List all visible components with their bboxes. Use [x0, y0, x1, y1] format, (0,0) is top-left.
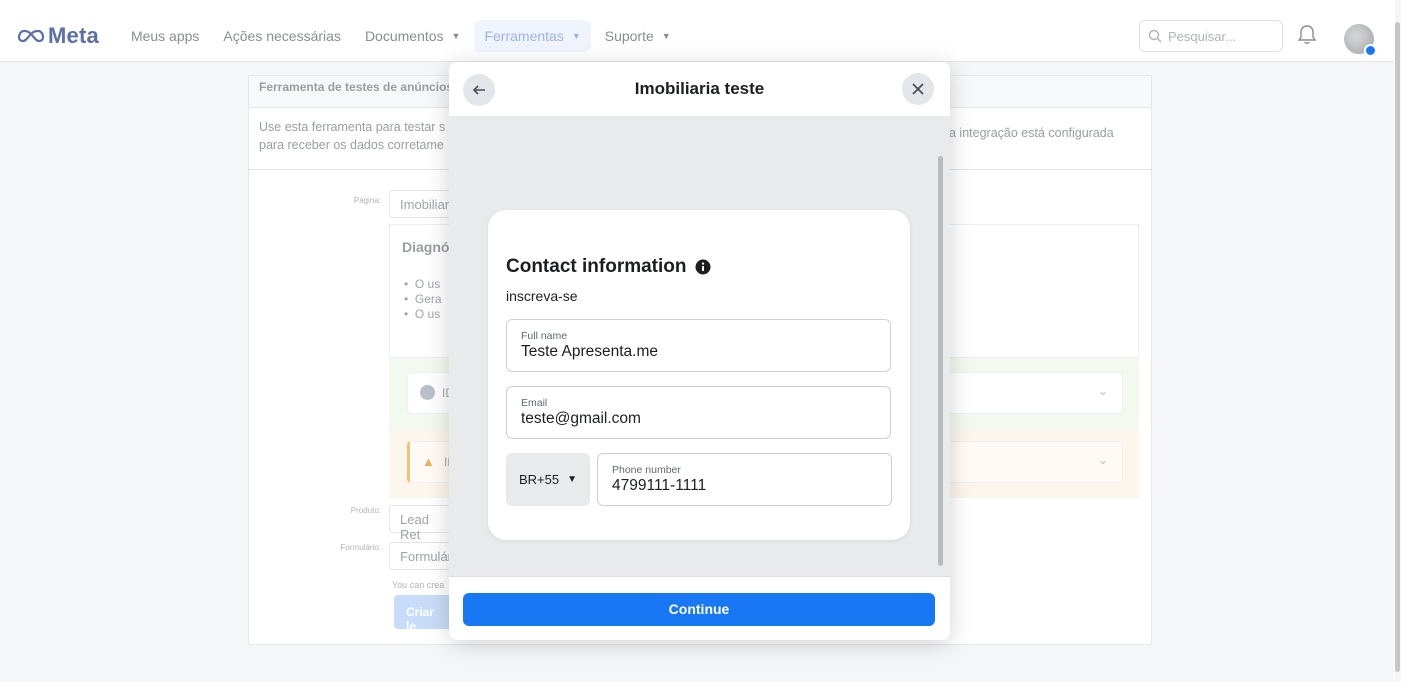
country-code-select[interactable]: BR+55 ▼ [506, 453, 590, 506]
search-input[interactable]: Pesquisar... [1139, 20, 1283, 52]
scrollbar-thumb[interactable] [1395, 22, 1400, 672]
modal-title: Imobiliaria teste [634, 79, 765, 98]
search-placeholder: Pesquisar... [1168, 28, 1236, 44]
info-icon[interactable] [695, 259, 711, 275]
nav-acoes-necessarias[interactable]: Ações necessárias [223, 28, 341, 44]
list-item-text: O us [414, 307, 441, 321]
chevron-down-icon: ⌄ [1097, 384, 1108, 398]
nav-label: Suporte [604, 27, 654, 44]
create-lead-button[interactable]: Criar le [394, 595, 454, 633]
modal-footer: Continue [449, 576, 950, 640]
meta-logo[interactable]: Meta [18, 23, 99, 49]
nav-documentos[interactable]: Documentos ▼ [365, 28, 461, 44]
avatar[interactable] [1344, 24, 1377, 57]
nav-meus-apps[interactable]: Meus apps [131, 28, 199, 44]
nav-label: Ferramentas [484, 27, 564, 44]
modal-body: Contact information inscreva-se Full nam… [449, 116, 950, 576]
chevron-down-icon: ⌄ [1097, 453, 1108, 467]
lead-form-preview-modal: Imobiliaria teste Contact information in… [449, 62, 950, 640]
diagnostics-list: • O us • Gera • O us [404, 277, 442, 322]
caret-down-icon: ▼ [571, 30, 581, 41]
description-right: a integração está configurada [949, 126, 1114, 140]
help-note: You can crea [392, 580, 445, 590]
modal-scrollbar[interactable] [938, 156, 943, 566]
list-item-text: O us [414, 277, 441, 291]
facebook-badge-icon [1364, 44, 1377, 57]
list-item-text: Gera [414, 292, 442, 306]
country-code-text: BR+55 [518, 472, 560, 487]
search-icon [1148, 29, 1162, 43]
field-label: Full name [521, 330, 568, 342]
main-nav: Meus apps Ações necessárias Documentos ▼ … [131, 19, 695, 52]
label-pagina: Página: [353, 196, 381, 205]
nav-suporte[interactable]: Suporte ▼ [605, 28, 671, 44]
close-icon [912, 83, 924, 95]
section-title-text: Contact information [506, 256, 687, 277]
top-navigation: Meta Meus apps Ações necessárias Documen… [0, 10, 1394, 62]
field-value: Teste Apresenta.me [521, 343, 658, 360]
form-subtitle: inscreva-se [506, 288, 578, 304]
list-item: • O us [404, 277, 441, 291]
field-label: Phone number [612, 464, 681, 476]
caret-down-icon: ▼ [661, 30, 671, 41]
full-name-field[interactable]: Full name Teste Apresenta.me [506, 319, 891, 372]
label-produto: Produto: [350, 506, 381, 515]
field-value: teste@gmail.com [521, 410, 641, 427]
caret-down-icon: ▼ [567, 474, 578, 485]
check-circle-icon [420, 385, 435, 400]
infinity-icon [18, 29, 44, 42]
diagnostics-title: Diagnó [402, 239, 450, 255]
warning-icon: ▲ [422, 454, 435, 469]
bell-icon[interactable] [1297, 24, 1317, 46]
field-value: 4799111-1111 [612, 477, 707, 494]
section-title: Contact information [506, 256, 711, 278]
label-formulario: Formulário: [340, 543, 381, 552]
caret-down-icon: ▼ [451, 30, 461, 41]
page-scrollbar[interactable] [1395, 0, 1401, 682]
contact-information-card: Contact information inscreva-se Full nam… [488, 210, 910, 540]
nav-label: Meus apps [130, 27, 200, 44]
list-item: • Gera [404, 292, 442, 306]
field-label: Email [521, 397, 548, 409]
nav-label: Ações necessárias [223, 27, 341, 44]
list-item: • O us [404, 307, 441, 321]
phone-number-field[interactable]: Phone number 4799111-1111 [597, 453, 892, 506]
nav-ferramentas[interactable]: Ferramentas ▼ [474, 19, 591, 52]
continue-button[interactable]: Continue [463, 593, 935, 626]
logo-text: Meta [48, 22, 99, 48]
close-button[interactable] [902, 73, 934, 105]
email-field[interactable]: Email teste@gmail.com [506, 386, 891, 439]
modal-header: Imobiliaria teste [449, 62, 950, 116]
nav-label: Documentos [364, 27, 444, 44]
